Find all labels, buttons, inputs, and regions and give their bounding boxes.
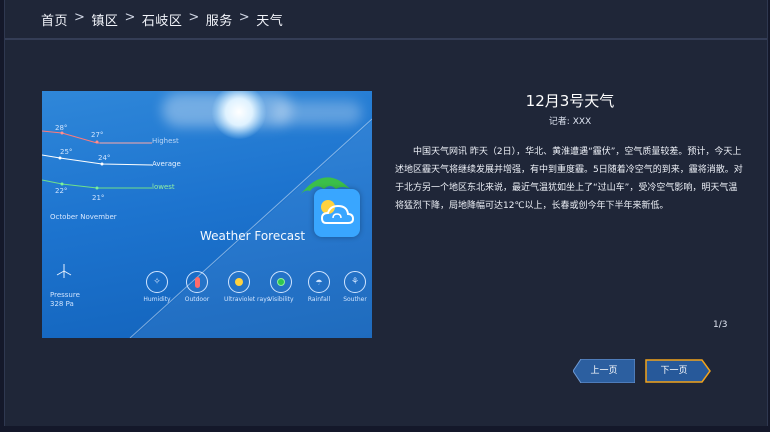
uv-label: Ultraviolet rays <box>224 296 270 303</box>
pressure-value: 328 Pa <box>50 300 74 308</box>
article-body: 中国天气网讯 昨天（2日），华北、黄淮遭遇“霾伏”，空气质量较差。预计，今天上述… <box>395 147 743 211</box>
weather-forecast-title: Weather Forecast <box>200 229 306 243</box>
temp-label: 25° <box>60 148 73 156</box>
weather-app-icon <box>314 189 360 237</box>
page-indicator: 1/3 <box>713 320 728 330</box>
breadcrumb-district[interactable]: 镇区 <box>91 10 118 29</box>
visibility-metric: Visibility <box>266 271 296 303</box>
legend-lowest: lowest <box>152 183 175 191</box>
wind-turbine-icon <box>56 264 72 278</box>
main-frame: 首页 > 镇区 > 石岐区 > 服务 > 天气 28° 27° Highest … <box>4 0 768 426</box>
wind-direction-metric: ⚘ Souther <box>340 271 370 303</box>
temp-label: 28° <box>55 124 68 132</box>
rainfall-metric: ☂ Rainfall <box>304 271 334 303</box>
breadcrumb-separator: > <box>124 10 136 25</box>
next-page-label: 下一页 <box>660 366 688 376</box>
breadcrumb-shiqi[interactable]: 石岐区 <box>142 10 183 29</box>
prev-page-label: 上一页 <box>590 366 618 376</box>
prev-page-button[interactable]: 上一页 <box>573 359 635 383</box>
breadcrumb-separator: > <box>238 10 251 25</box>
uv-metric: Ultraviolet rays <box>224 271 270 303</box>
humidity-icon: ✧ <box>153 277 161 287</box>
article-title: 12月3号天气 <box>525 92 615 110</box>
temp-label: 22° <box>55 187 68 195</box>
breadcrumb-home[interactable]: 首页 <box>41 10 68 29</box>
visibility-label: Visibility <box>268 296 294 303</box>
temp-label: 24° <box>98 154 111 162</box>
article-reporter: 记者: XXX <box>548 117 592 127</box>
breadcrumb-separator: > <box>188 10 200 25</box>
wind-direction-label: Souther <box>343 296 367 303</box>
breadcrumb: 首页 > 镇区 > 石岐区 > 服务 > 天气 <box>41 10 283 29</box>
header-bar: 首页 > 镇区 > 石岐区 > 服务 > 天气 <box>5 0 767 40</box>
pressure-label: Pressure <box>50 291 80 299</box>
rainfall-label: Rainfall <box>307 296 331 303</box>
humidity-metric: ✧ Humidity <box>142 271 172 303</box>
legend-highest: Highest <box>152 137 179 145</box>
wind-icon: ⚘ <box>350 277 360 287</box>
cloud-shape <box>272 101 362 125</box>
legend-average: Average <box>152 160 181 168</box>
breadcrumb-service[interactable]: 服务 <box>206 10 233 29</box>
weather-metric-icons: ✧ Humidity Outdoor Ultraviolet rays Visi… <box>142 271 372 311</box>
temp-label: 21° <box>92 194 105 202</box>
outdoor-metric: Outdoor <box>182 271 212 303</box>
month-labels: October November <box>50 213 117 221</box>
pressure-readout: Pressure 328 Pa <box>50 291 80 309</box>
sun-small-icon <box>235 278 243 286</box>
outdoor-label: Outdoor <box>184 296 210 303</box>
humidity-label: Humidity <box>143 296 171 303</box>
breadcrumb-weather: 天气 <box>256 14 284 29</box>
temp-label: 27° <box>91 131 104 139</box>
breadcrumb-separator: > <box>74 10 86 25</box>
rain-icon: ☂ <box>315 277 323 287</box>
thermometer-icon <box>194 276 200 288</box>
next-page-button[interactable]: 下一页 <box>645 359 711 383</box>
eye-icon <box>277 278 285 286</box>
weather-illustration: 28° 27° Highest 25° 24° Average 22° 21° … <box>42 91 372 338</box>
